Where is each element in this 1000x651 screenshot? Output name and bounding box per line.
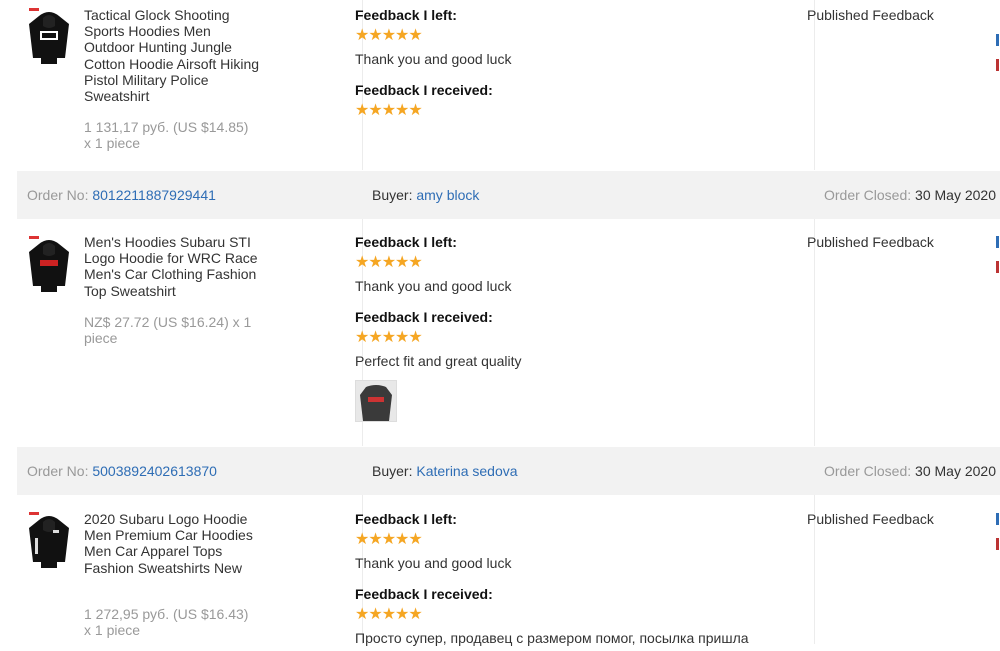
buyer-label: Buyer: xyxy=(372,187,413,203)
column-divider xyxy=(814,0,815,170)
product-price: NZ$ 27.72 (US $16.24) x 1 piece xyxy=(84,314,252,347)
feedback-page: Tactical Glock Shooting Sports Hoodies M… xyxy=(0,0,1000,646)
order-closed-date: 30 May 2020 xyxy=(915,187,996,203)
product-title[interactable]: Men's Hoodies Subaru STI Logo Hoodie for… xyxy=(84,234,264,299)
order-no-label: Order No: xyxy=(27,463,89,479)
order-closed: Order Closed: 30 May 2020 xyxy=(824,187,996,203)
order-number-link[interactable]: 5003892402613870 xyxy=(92,463,217,479)
product-price: 1 131,17 руб. (US $14.85) x 1 piece xyxy=(84,119,264,151)
buyer-link[interactable]: amy block xyxy=(416,187,479,203)
order-closed-label: Order Closed: xyxy=(824,463,912,479)
buyer-link[interactable]: Katerina sedova xyxy=(416,463,517,479)
buyer-label: Buyer: xyxy=(372,463,413,479)
feedback-received-text: Просто супер, продавец с размером помог,… xyxy=(355,630,749,646)
status-text: Published Feedback xyxy=(807,7,934,23)
order-closed-date: 30 May 2020 xyxy=(915,463,996,479)
quantity-text: x 1 piece xyxy=(84,135,141,152)
feedback-left-text: Thank you and good luck xyxy=(355,51,512,67)
product-thumbnail[interactable] xyxy=(25,4,73,66)
product-thumbnail[interactable] xyxy=(25,508,73,570)
status-text: Published Feedback xyxy=(807,234,934,250)
feedback-photo[interactable] xyxy=(355,380,397,422)
column-divider xyxy=(814,219,815,446)
product-title[interactable]: 2020 Subaru Logo Hoodie Men Premium Car … xyxy=(84,511,264,576)
quantity-text: x 1 piece xyxy=(84,622,141,639)
star-rating: ★★★★★ xyxy=(355,329,423,346)
edge-action-marks[interactable] xyxy=(996,34,1000,84)
star-rating: ★★★★★ xyxy=(355,531,423,548)
price-text: 1 131,17 руб. (US $14.85) xyxy=(84,119,249,135)
star-rating: ★★★★★ xyxy=(355,27,423,44)
order-number-link[interactable]: 8012211887929441 xyxy=(92,187,216,203)
star-rating: ★★★★★ xyxy=(355,254,423,271)
feedback-left-label: Feedback I left: xyxy=(355,234,457,250)
feedback-received-label: Feedback I received: xyxy=(355,586,493,602)
feedback-left-text: Thank you and good luck xyxy=(355,278,512,294)
feedback-left-label: Feedback I left: xyxy=(355,7,457,23)
feedback-block: Feedback I left: ★★★★★ Thank you and goo… xyxy=(355,511,795,651)
status-text: Published Feedback xyxy=(807,511,934,527)
product-thumbnail[interactable] xyxy=(25,232,73,294)
feedback-received-label: Feedback I received: xyxy=(355,82,493,98)
product-price: 1 272,95 руб. (US $16.43) x 1 piece xyxy=(84,606,264,638)
order-closed-label: Order Closed: xyxy=(824,187,912,203)
feedback-block: Feedback I left: ★★★★★ Thank you and goo… xyxy=(355,7,795,124)
order-number: Order No: 8012211887929441 xyxy=(27,187,216,203)
feedback-left-text: Thank you and good luck xyxy=(355,555,512,571)
feedback-block: Feedback I left: ★★★★★ Thank you and goo… xyxy=(355,234,795,422)
left-gutter xyxy=(0,0,17,644)
order-closed: Order Closed: 30 May 2020 xyxy=(824,463,996,479)
order-header: Order No: 5003892402613870 Buyer: Kateri… xyxy=(17,447,1000,495)
edge-action-marks[interactable] xyxy=(996,236,1000,286)
product-title[interactable]: Tactical Glock Shooting Sports Hoodies M… xyxy=(84,7,264,104)
order-number: Order No: 5003892402613870 xyxy=(27,463,217,479)
edge-action-marks[interactable] xyxy=(996,513,1000,563)
star-rating: ★★★★★ xyxy=(355,102,423,119)
feedback-received-text: Perfect fit and great quality xyxy=(355,353,522,369)
feedback-received-label: Feedback I received: xyxy=(355,309,493,325)
order-header: Order No: 8012211887929441 Buyer: amy bl… xyxy=(17,171,1000,219)
order-no-label: Order No: xyxy=(27,187,89,203)
feedback-left-label: Feedback I left: xyxy=(355,511,457,527)
price-text: 1 272,95 руб. (US $16.43) xyxy=(84,606,249,622)
buyer: Buyer: amy block xyxy=(372,187,479,203)
star-rating: ★★★★★ xyxy=(355,606,423,623)
buyer: Buyer: Katerina sedova xyxy=(372,463,518,479)
photo-image xyxy=(356,381,396,421)
